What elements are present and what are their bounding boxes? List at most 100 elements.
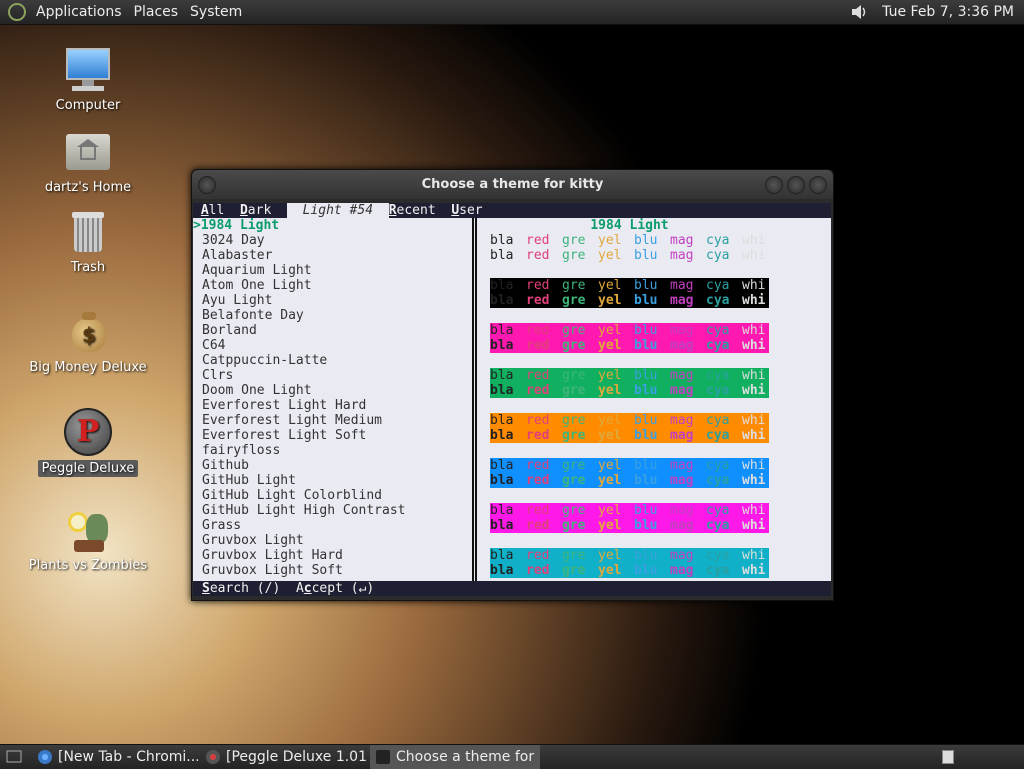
clock[interactable]: Tue Feb 7, 3:36 PM bbox=[876, 0, 1020, 24]
theme-list-item[interactable]: Alabaster bbox=[193, 248, 473, 263]
theme-list-item[interactable]: fairyfloss bbox=[193, 443, 473, 458]
color-name-cya: cya bbox=[706, 338, 730, 353]
window-menu-icon[interactable] bbox=[198, 176, 216, 194]
terminal-area[interactable]: All Dark Light #54 Recent User >1984 Lig… bbox=[193, 203, 831, 596]
theme-list-item[interactable]: Ayu Light bbox=[193, 293, 473, 308]
volume-icon[interactable] bbox=[850, 3, 868, 21]
color-name-gre: gre bbox=[562, 278, 586, 293]
color-name-bla: bla bbox=[490, 518, 514, 533]
show-desktop-button[interactable] bbox=[0, 745, 30, 769]
theme-list-item[interactable]: Gruvbox Light Soft bbox=[193, 563, 473, 578]
accept-hint[interactable]: Accept (↵) bbox=[296, 581, 374, 596]
theme-list-item[interactable]: C64 bbox=[193, 338, 473, 353]
theme-list-item[interactable]: 3024 Day bbox=[193, 233, 473, 248]
close-icon[interactable] bbox=[809, 176, 827, 194]
color-name-blu: blu bbox=[634, 458, 658, 473]
color-name-yel: yel bbox=[598, 278, 622, 293]
theme-list-item[interactable]: Atom One Light bbox=[193, 278, 473, 293]
desktop-icon-big-money[interactable]: $ Big Money Deluxe bbox=[28, 308, 148, 375]
desktop-icon-label: Computer bbox=[55, 98, 121, 113]
color-name-red: red bbox=[526, 383, 550, 398]
desktop-icon-home[interactable]: dartz's Home bbox=[28, 128, 148, 195]
color-name-bla: bla bbox=[490, 338, 514, 353]
color-name-blu: blu bbox=[634, 278, 658, 293]
color-name-yel: yel bbox=[598, 428, 622, 443]
theme-list-item[interactable]: Belafonte Day bbox=[193, 308, 473, 323]
color-swatch-row: bla red gre yel blu mag cya whi bbox=[490, 563, 769, 578]
color-name-whi: whi bbox=[742, 368, 766, 383]
color-name-gre: gre bbox=[562, 338, 586, 353]
theme-list-item[interactable]: GitHub Light High Contrast bbox=[193, 503, 473, 518]
color-swatch-row: bla red gre yel blu mag cya whi bbox=[490, 428, 769, 443]
theme-list-item[interactable]: GitHub Light Colorblind bbox=[193, 488, 473, 503]
task-label: [Peggle Deluxe 1.01] bbox=[226, 749, 368, 765]
theme-list-item[interactable]: Grass bbox=[193, 518, 473, 533]
color-name-whi: whi bbox=[742, 323, 766, 338]
color-name-gre: gre bbox=[562, 548, 586, 563]
color-name-bla: bla bbox=[490, 548, 514, 563]
theme-list-item[interactable]: Catppuccin-Latte bbox=[193, 353, 473, 368]
tab-light[interactable]: Light #54 bbox=[286, 203, 389, 218]
tab-recent[interactable]: Recent bbox=[389, 203, 452, 218]
theme-list-item[interactable]: >1984 Light bbox=[193, 218, 473, 233]
theme-list-item[interactable]: Aquarium Light bbox=[193, 263, 473, 278]
theme-list[interactable]: >1984 Light 3024 Day Alabaster Aquarium Lig… bbox=[193, 218, 473, 578]
theme-list-item[interactable]: Everforest Light Hard bbox=[193, 398, 473, 413]
desktop-icon-peggle[interactable]: P Peggle Deluxe bbox=[28, 408, 148, 477]
theme-list-item[interactable]: Doom One Light bbox=[193, 383, 473, 398]
color-name-whi: whi bbox=[742, 428, 766, 443]
color-name-gre: gre bbox=[562, 563, 586, 578]
task-peggle[interactable]: [Peggle Deluxe 1.01] bbox=[200, 745, 368, 769]
theme-list-item[interactable]: Everforest Light Soft bbox=[193, 428, 473, 443]
color-name-red: red bbox=[526, 503, 550, 518]
theme-list-item[interactable]: Everforest Light Medium bbox=[193, 413, 473, 428]
tab-dark[interactable]: Dark bbox=[240, 203, 287, 218]
maximize-icon[interactable] bbox=[787, 176, 805, 194]
minimize-icon[interactable] bbox=[765, 176, 783, 194]
color-name-gre: gre bbox=[562, 503, 586, 518]
color-swatch-row: bla red gre yel blu mag cya whi bbox=[490, 368, 769, 383]
color-name-mag: mag bbox=[670, 248, 694, 263]
color-name-blu: blu bbox=[634, 473, 658, 488]
theme-list-item[interactable]: Gruvbox Light bbox=[193, 533, 473, 548]
task-chromium[interactable]: [New Tab - Chromi... bbox=[32, 745, 198, 769]
color-name-bla: bla bbox=[490, 383, 514, 398]
workspace-switcher[interactable] bbox=[936, 745, 960, 769]
window-title: Choose a theme for kitty bbox=[421, 177, 604, 192]
color-swatch-row: bla red gre yel blu mag cya whi bbox=[490, 338, 769, 353]
menu-places[interactable]: Places bbox=[128, 0, 185, 24]
color-name-red: red bbox=[526, 293, 550, 308]
desktop-icon-trash[interactable]: Trash bbox=[28, 208, 148, 275]
task-kitty-theme[interactable]: Choose a theme for ... bbox=[370, 745, 540, 769]
color-name-whi: whi bbox=[742, 338, 766, 353]
tab-user[interactable]: User bbox=[451, 203, 482, 218]
search-hint[interactable]: Search (/) bbox=[202, 581, 280, 596]
color-swatch-block: bla red gre yel blu mag cya whi bla red gre yel blu m… bbox=[490, 503, 769, 533]
status-bar: Search (/) Accept (↵) bbox=[193, 581, 831, 596]
desktop-icon-label: dartz's Home bbox=[44, 180, 132, 195]
color-name-whi: whi bbox=[742, 473, 766, 488]
theme-list-item[interactable]: Clrs bbox=[193, 368, 473, 383]
color-name-red: red bbox=[526, 548, 550, 563]
theme-list-item[interactable]: Borland bbox=[193, 323, 473, 338]
desktop-icon-label: Plants vs Zombies bbox=[28, 558, 148, 573]
color-name-gre: gre bbox=[562, 428, 586, 443]
color-name-whi: whi bbox=[742, 548, 766, 563]
tab-all[interactable]: All bbox=[193, 203, 240, 218]
menu-applications[interactable]: Applications bbox=[30, 0, 128, 24]
color-name-cya: cya bbox=[706, 428, 730, 443]
menu-system[interactable]: System bbox=[184, 0, 248, 24]
window-titlebar[interactable]: Choose a theme for kitty bbox=[192, 170, 833, 199]
desktop-icon-pvz[interactable]: Plants vs Zombies bbox=[28, 506, 148, 573]
distro-logo-icon[interactable] bbox=[8, 3, 26, 21]
desktop-icon-computer[interactable]: Computer bbox=[28, 46, 148, 113]
theme-list-item[interactable]: Gruvbox Light Hard bbox=[193, 548, 473, 563]
theme-list-item[interactable]: GitHub Light bbox=[193, 473, 473, 488]
theme-list-item[interactable]: Github bbox=[193, 458, 473, 473]
color-name-red: red bbox=[526, 428, 550, 443]
peggle-task-icon bbox=[206, 750, 220, 764]
color-name-blu: blu bbox=[634, 293, 658, 308]
color-swatch-row: bla red gre yel blu mag cya whi bbox=[490, 383, 769, 398]
color-name-gre: gre bbox=[562, 458, 586, 473]
color-name-mag: mag bbox=[670, 413, 694, 428]
